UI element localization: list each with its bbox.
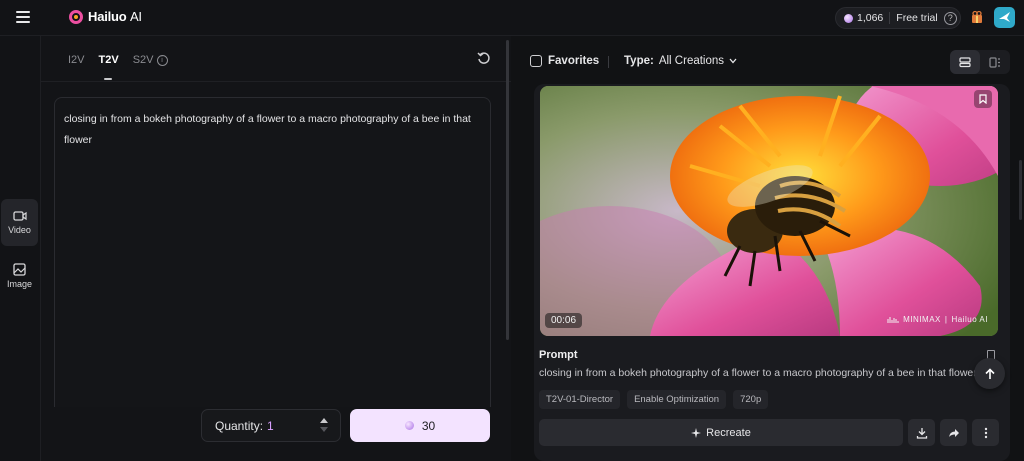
scrollbar[interactable] xyxy=(1019,160,1022,220)
video-thumbnail[interactable]: 00:06 MINIMAX | Hailuo AI xyxy=(540,86,998,336)
gem-icon xyxy=(844,13,853,23)
sidebar-item-label: Image xyxy=(6,278,32,289)
type-label: Type: xyxy=(624,55,654,67)
recreate-button[interactable]: Recreate xyxy=(539,419,903,446)
chevron-down-icon xyxy=(729,58,737,64)
avatar-bird-icon xyxy=(999,12,1010,22)
creations-panel: Favorites Type: All Creations 00:06 MINI… xyxy=(516,36,1024,461)
sparkle-icon xyxy=(691,427,702,438)
tab-i2v[interactable]: I2V xyxy=(68,52,85,68)
more-vertical-icon xyxy=(984,427,987,438)
share-icon xyxy=(948,428,959,437)
increment-icon[interactable] xyxy=(320,418,328,423)
share-button[interactable] xyxy=(940,419,967,446)
more-options-button[interactable] xyxy=(972,419,999,446)
prompt-text: closing in from a bokeh photography of a… xyxy=(539,367,975,379)
recreate-label: Recreate xyxy=(706,426,751,439)
generation-panel: I2V T2V S2V i closing in from a bokeh pho… xyxy=(41,36,511,461)
view-toggle xyxy=(950,50,1010,74)
quantity-stepper[interactable]: Quantity: 1 xyxy=(201,409,341,442)
video-icon xyxy=(12,211,27,221)
prompt-heading: Prompt xyxy=(539,349,578,361)
favorites-label: Favorites xyxy=(548,55,600,67)
generate-button[interactable]: 30 xyxy=(350,409,490,442)
logo-text: Hailuo xyxy=(88,9,127,24)
creation-card: 00:06 MINIMAX | Hailuo AI Prompt closing… xyxy=(534,84,1010,461)
sidebar: Video Image xyxy=(0,36,41,461)
generate-cost: 30 xyxy=(421,418,436,433)
bookmark-icon[interactable] xyxy=(974,90,992,108)
sidebar-item-image[interactable]: Image xyxy=(1,252,38,299)
resolution-chip: 720p xyxy=(733,390,769,409)
bee-flower-image xyxy=(540,86,998,336)
free-trial-label[interactable]: Free trial xyxy=(896,12,937,24)
logo[interactable]: Hailuo AI xyxy=(69,9,142,24)
type-value: All Creations xyxy=(658,55,725,67)
credits-badge[interactable]: 1,066 Free trial ? xyxy=(835,7,961,29)
sidebar-item-label: Video xyxy=(8,225,31,235)
info-icon[interactable]: i xyxy=(156,54,168,66)
menu-icon[interactable] xyxy=(16,11,30,23)
watermark-minimax: MINIMAX xyxy=(903,315,941,324)
reset-icon[interactable] xyxy=(477,51,491,65)
scroll-to-top-button[interactable] xyxy=(974,358,1005,389)
prompt-textarea[interactable]: closing in from a bokeh photography of a… xyxy=(54,97,491,407)
tab-s2v[interactable]: S2V i xyxy=(133,52,168,68)
download-button[interactable] xyxy=(908,419,935,446)
avatar[interactable] xyxy=(994,7,1015,28)
favorites-checkbox[interactable] xyxy=(530,55,542,67)
quantity-label: Quantity: xyxy=(215,418,264,433)
credits-count: 1,066 xyxy=(857,12,884,24)
grid-view-icon[interactable] xyxy=(980,50,1010,74)
arrow-up-icon xyxy=(984,367,995,379)
watermark-hailuo: Hailuo AI xyxy=(951,315,988,324)
favorites-filter[interactable]: Favorites xyxy=(530,55,599,67)
mode-tabs: I2V T2V S2V i xyxy=(68,52,168,80)
model-chip: T2V-01-Director xyxy=(539,390,621,409)
sidebar-item-video[interactable]: Video xyxy=(1,199,38,246)
quantity-value: 1 xyxy=(267,418,274,433)
decrement-icon[interactable] xyxy=(320,427,328,432)
logo-suffix: AI xyxy=(129,9,142,24)
optimization-chip: Enable Optimization xyxy=(627,390,727,409)
help-icon[interactable]: ? xyxy=(943,11,957,25)
logo-mark-icon xyxy=(69,9,83,24)
type-dropdown[interactable]: Type: All Creations xyxy=(624,55,737,67)
gem-icon xyxy=(404,421,414,430)
top-bar: Hailuo AI 1,066 Free trial ? xyxy=(0,0,1024,36)
list-view-icon[interactable] xyxy=(950,50,980,74)
download-icon xyxy=(916,427,927,439)
watermark: MINIMAX | Hailuo AI xyxy=(887,315,988,324)
image-icon xyxy=(13,262,26,276)
tab-t2v[interactable]: T2V xyxy=(99,52,119,80)
minimax-logo-icon xyxy=(887,316,899,323)
scrollbar[interactable] xyxy=(506,40,509,340)
settings-chips: T2V-01-Director Enable Optimization 720p xyxy=(539,390,769,409)
gift-icon[interactable] xyxy=(970,10,984,24)
video-duration: 00:06 xyxy=(545,313,583,328)
